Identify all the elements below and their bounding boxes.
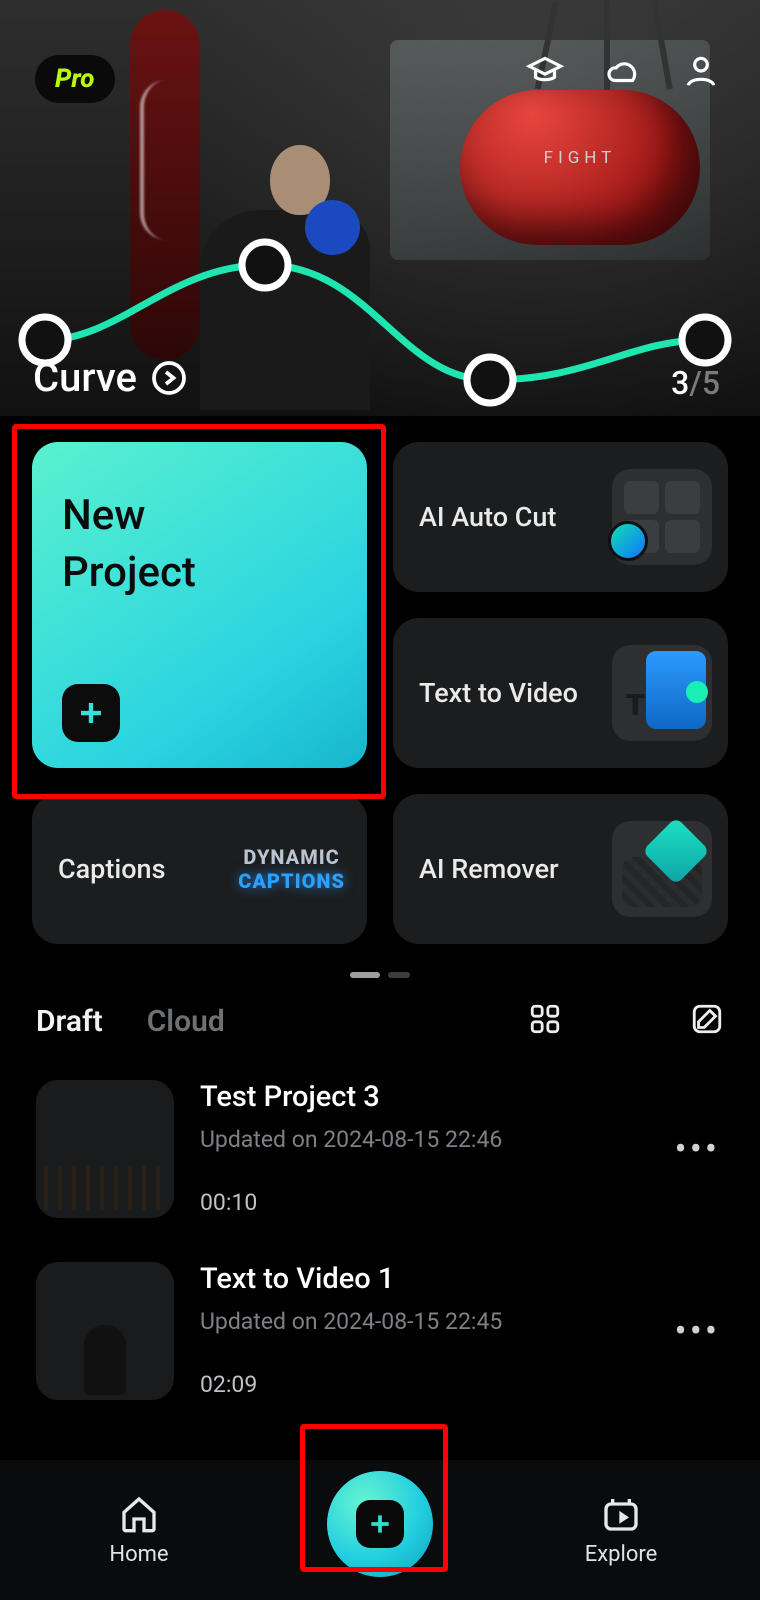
pro-badge[interactable]: Pro: [35, 55, 115, 103]
tab-cloud[interactable]: Cloud: [147, 1004, 225, 1039]
ai-auto-cut-label: AI Auto Cut: [419, 501, 556, 533]
nav-home-label: Home: [109, 1542, 168, 1567]
draft-meta: Updated on 2024-08-15 22:45: [200, 1308, 645, 1335]
more-icon[interactable]: •••: [671, 1290, 724, 1372]
edit-icon[interactable]: [690, 1002, 724, 1040]
draft-item[interactable]: Text to Video 1 Updated on 2024-08-15 22…: [36, 1240, 724, 1422]
boxer-silhouette: [160, 130, 370, 410]
ai-remover-tile[interactable]: AI Remover: [393, 794, 728, 944]
draft-list: Test Project 3 Updated on 2024-08-15 22:…: [0, 1040, 760, 1422]
hero-banner[interactable]: FIGHT Pro Curve 3/5: [0, 0, 760, 416]
more-icon[interactable]: •••: [671, 1108, 724, 1190]
plus-icon: [62, 684, 120, 742]
draft-thumbnail: [36, 1080, 174, 1218]
bottom-nav: Home Explore: [0, 1460, 760, 1600]
ai-auto-cut-tile[interactable]: AI Auto Cut: [393, 442, 728, 592]
punching-bag-right: FIGHT: [460, 90, 700, 245]
draft-duration: 00:10: [200, 1189, 645, 1216]
nav-explore[interactable]: Explore: [531, 1494, 711, 1567]
ai-auto-cut-thumb: [612, 469, 712, 565]
draft-title: Text to Video 1: [200, 1262, 645, 1296]
grid-view-icon[interactable]: [528, 1002, 562, 1040]
draft-item[interactable]: Test Project 3 Updated on 2024-08-15 22:…: [36, 1058, 724, 1240]
section-header: Draft Cloud: [0, 1002, 760, 1040]
draft-title: Test Project 3: [200, 1080, 645, 1114]
captions-thumb: DYNAMIC CAPTIONS: [238, 845, 345, 893]
page-indicator: [0, 972, 760, 978]
new-project-tile[interactable]: New Project: [32, 442, 367, 768]
ai-remover-thumb: [612, 821, 712, 917]
draft-duration: 02:09: [200, 1371, 645, 1398]
captions-tile[interactable]: Captions DYNAMIC CAPTIONS: [32, 794, 367, 944]
tab-draft[interactable]: Draft: [36, 1004, 103, 1039]
home-icon: [119, 1494, 159, 1534]
sparkle-icon: [608, 521, 648, 561]
nav-explore-label: Explore: [585, 1542, 658, 1567]
cloud-icon[interactable]: [604, 52, 642, 94]
profile-icon[interactable]: [682, 52, 720, 94]
new-project-label: New Project: [62, 488, 196, 601]
ai-remover-label: AI Remover: [419, 853, 559, 885]
text-to-video-thumb: T: [612, 645, 712, 741]
bag-text: FIGHT: [544, 148, 617, 168]
text-to-video-tile[interactable]: Text to Video T: [393, 618, 728, 768]
captions-label: Captions: [58, 853, 165, 885]
hero-title[interactable]: Curve: [33, 354, 187, 401]
arrow-right-icon: [151, 360, 187, 396]
tutorial-icon[interactable]: [526, 52, 564, 94]
draft-meta: Updated on 2024-08-15 22:46: [200, 1126, 645, 1153]
plus-icon: [356, 1500, 404, 1548]
explore-icon: [601, 1494, 641, 1534]
nav-home[interactable]: Home: [49, 1494, 229, 1567]
draft-thumbnail: [36, 1262, 174, 1400]
hero-page-counter: 3/5: [671, 364, 720, 402]
create-fab[interactable]: [327, 1471, 433, 1577]
text-to-video-label: Text to Video: [419, 677, 578, 709]
hero-title-text: Curve: [33, 354, 137, 401]
tool-grid: New Project AI Auto Cut Text to Video T …: [0, 416, 760, 944]
